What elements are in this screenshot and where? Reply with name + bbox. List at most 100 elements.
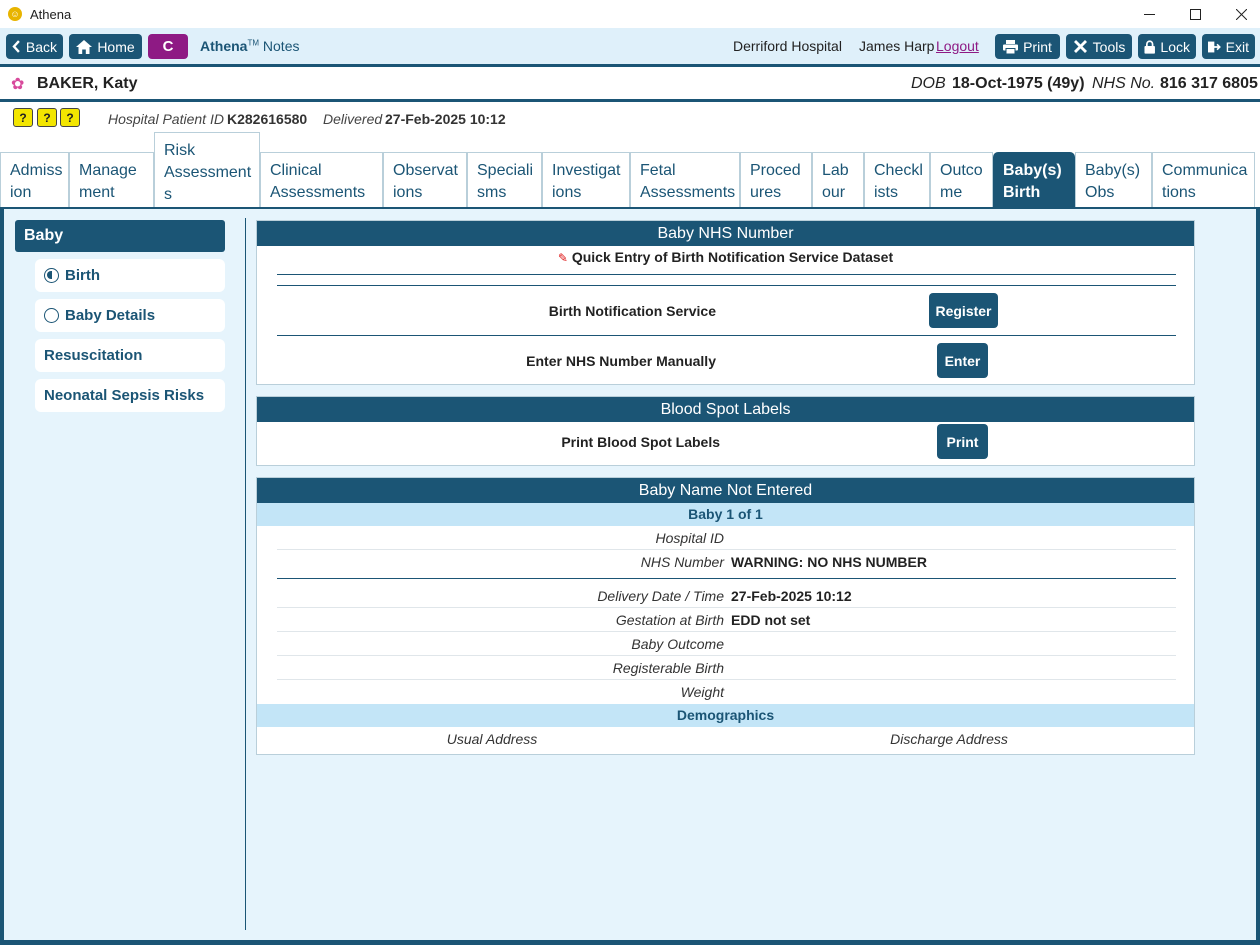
alert-list-icon[interactable]: ? bbox=[13, 108, 33, 127]
tab-checklists[interactable]: Checkl ists bbox=[864, 152, 930, 208]
minimize-icon[interactable] bbox=[1126, 0, 1172, 28]
tab-label: Assessments bbox=[270, 184, 366, 201]
tools-button[interactable]: Tools bbox=[1066, 34, 1132, 59]
register-button[interactable]: Register bbox=[929, 293, 998, 328]
tab-label: our bbox=[822, 184, 846, 201]
tab-outcome[interactable]: Outco me bbox=[930, 152, 993, 208]
user-name: James Harp bbox=[859, 38, 935, 54]
lock-label: Lock bbox=[1160, 38, 1190, 55]
nhs-number-field-value: WARNING: NO NHS NUMBER bbox=[731, 554, 927, 570]
left-nav-item-resuscitation[interactable]: Resuscitation bbox=[35, 339, 225, 372]
weight-field-label: Weight bbox=[680, 684, 724, 700]
exit-icon bbox=[1208, 41, 1221, 52]
tab-label: Baby(s) bbox=[1003, 162, 1062, 179]
app-name-tm: TM bbox=[247, 38, 260, 48]
tab-label: ment bbox=[79, 184, 115, 201]
logout-link[interactable]: Logout bbox=[936, 38, 979, 54]
tab-label: tions bbox=[1162, 184, 1196, 201]
tab-label: Speciali bbox=[477, 162, 534, 179]
gestation-field-label: Gestation at Birth bbox=[615, 612, 724, 628]
back-button[interactable]: Back bbox=[6, 34, 63, 59]
tab-fetal-assessments[interactable]: Fetal Assessments bbox=[630, 152, 740, 208]
athena-logo-icon: ☺ bbox=[8, 7, 22, 21]
tab-risk-assessments[interactable]: Risk Assessment s bbox=[154, 132, 260, 208]
tab-label: ions bbox=[552, 184, 582, 201]
quick-entry-label: Quick Entry of Birth Notification Servic… bbox=[571, 249, 894, 265]
tab-label: Manage bbox=[79, 162, 137, 179]
dob-value: 18-Oct-1975 (49y) bbox=[952, 75, 1085, 92]
tab-label: Fetal bbox=[640, 162, 676, 179]
tab-label: Checkl bbox=[874, 162, 923, 179]
left-nav-item-baby-details[interactable]: Baby Details bbox=[35, 299, 225, 332]
half-filled-circle-icon bbox=[44, 268, 59, 283]
lock-button[interactable]: Lock bbox=[1138, 34, 1196, 59]
tab-communications[interactable]: Communica tions bbox=[1152, 152, 1255, 208]
divider bbox=[277, 274, 1176, 275]
tab-label: ists bbox=[874, 184, 898, 201]
home-label: Home bbox=[97, 38, 135, 55]
bns-label: Birth Notification Service bbox=[548, 303, 716, 319]
tab-label: sms bbox=[477, 184, 507, 201]
alert-question-icon[interactable]: ? bbox=[60, 108, 80, 127]
quick-entry-link[interactable]: ✎ Quick Entry of Birth Notification Serv… bbox=[257, 249, 1194, 265]
printer-icon bbox=[1003, 39, 1019, 54]
c-button[interactable]: C bbox=[148, 34, 188, 59]
print-blood-spot-label: Print Blood Spot Labels bbox=[561, 434, 720, 450]
patient-banner-divider bbox=[0, 99, 1260, 102]
tab-label: Lab bbox=[822, 162, 849, 179]
tab-specialisms[interactable]: Speciali sms bbox=[467, 152, 542, 208]
nhs-number-field-label: NHS Number bbox=[640, 554, 724, 570]
tab-label: Communica bbox=[1162, 162, 1248, 179]
panel-title: Baby NHS Number bbox=[257, 221, 1194, 246]
divider bbox=[277, 549, 1176, 550]
tab-label: ures bbox=[750, 184, 782, 201]
alert-question-icon[interactable]: ? bbox=[37, 108, 57, 127]
maximize-icon[interactable] bbox=[1172, 0, 1218, 28]
enter-button[interactable]: Enter bbox=[937, 343, 988, 378]
main-toolbar: Back Home C AthenaTM Notes Derriford Hos… bbox=[0, 28, 1260, 65]
tab-clinical-assessments[interactable]: Clinical Assessments bbox=[260, 152, 383, 208]
tab-label: Admiss bbox=[10, 162, 63, 179]
tab-label: Outco bbox=[940, 162, 983, 179]
exit-label: Exit bbox=[1225, 38, 1249, 55]
back-label: Back bbox=[25, 38, 57, 55]
left-nav-divider bbox=[245, 218, 246, 930]
blood-spot-panel: Blood Spot Labels Print Blood Spot Label… bbox=[256, 396, 1195, 466]
left-nav-item-birth[interactable]: Birth bbox=[35, 259, 225, 292]
close-icon[interactable] bbox=[1218, 0, 1260, 28]
tab-babys-birth[interactable]: Baby(s) Birth bbox=[993, 152, 1075, 208]
tab-procedures[interactable]: Proced ures bbox=[740, 152, 812, 208]
delivery-date-field-label: Delivery Date / Time bbox=[597, 588, 724, 604]
left-nav-label: Neonatal Sepsis Risks bbox=[44, 387, 205, 404]
left-nav-label: Baby Details bbox=[65, 307, 156, 324]
left-nav-item-neonatal-sepsis-risks[interactable]: Neonatal Sepsis Risks bbox=[35, 379, 225, 412]
delivery-date-field-value: 27-Feb-2025 10:12 bbox=[731, 588, 852, 604]
tab-admission[interactable]: Admiss ion bbox=[0, 152, 69, 208]
exit-button[interactable]: Exit bbox=[1202, 34, 1255, 59]
baby-nhs-panel: Baby NHS Number ✎ Quick Entry of Birth N… bbox=[256, 220, 1195, 385]
home-button[interactable]: Home bbox=[69, 34, 142, 59]
home-icon bbox=[76, 39, 93, 54]
baby-outcome-field-label: Baby Outcome bbox=[631, 636, 724, 652]
app-name: AthenaTM Notes bbox=[200, 38, 299, 54]
baby-counter: Baby 1 of 1 bbox=[257, 503, 1194, 526]
hospital-id-label: Hospital Patient ID bbox=[108, 111, 224, 127]
tab-management[interactable]: Manage ment bbox=[69, 152, 154, 208]
tab-babys-obs[interactable]: Baby(s) Obs bbox=[1075, 152, 1152, 208]
left-nav-heading[interactable]: Baby bbox=[15, 220, 225, 252]
tab-bar: Admiss ion Manage ment Risk Assessment s Cli… bbox=[0, 132, 1260, 208]
tab-observations[interactable]: Observat ions bbox=[383, 152, 467, 208]
tab-label: Assessments bbox=[640, 184, 736, 201]
print-button[interactable]: Print bbox=[995, 34, 1060, 59]
title-bar: ☺ Athena bbox=[0, 0, 1260, 28]
tab-investigations[interactable]: Investigat ions bbox=[542, 152, 630, 208]
print-blood-spot-button[interactable]: Print bbox=[937, 424, 988, 459]
divider bbox=[277, 679, 1176, 680]
hospital-id-field-label: Hospital ID bbox=[655, 530, 724, 546]
tab-labour[interactable]: Lab our bbox=[812, 152, 864, 208]
demographics-heading: Demographics bbox=[257, 704, 1194, 727]
tab-label: Birth bbox=[1003, 184, 1041, 201]
divider bbox=[277, 285, 1176, 286]
divider bbox=[277, 607, 1176, 608]
patient-name: BAKER, Katy bbox=[37, 75, 138, 92]
